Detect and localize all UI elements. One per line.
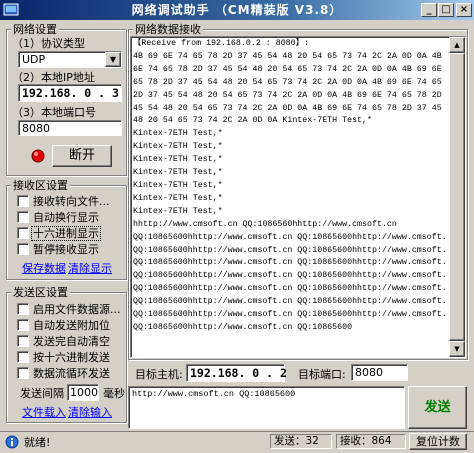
send-text: http://www.cmsoft.cn QQ:10865600 (132, 389, 296, 399)
hex-display-checkbox[interactable] (17, 227, 29, 239)
target-host-label: 目标主机: (135, 368, 183, 381)
auto-wrap-checkbox[interactable] (17, 211, 29, 223)
target-host-input[interactable]: 192.168. 0 . 2 (186, 364, 287, 382)
recv-to-file-label: 接收转向文件... (33, 195, 110, 208)
send-interval-unit: 毫秒 (103, 387, 125, 400)
auto-wrap-label: 自动换行显示 (33, 211, 99, 224)
recv-line: QQ:10865600hhttp://www.cmsoft.cn QQ:1086… (133, 271, 447, 281)
local-ip-value: 192.168. 0 . 3 (22, 86, 119, 100)
local-ip-input[interactable]: 192.168. 0 . 3 (18, 84, 122, 102)
loop-send-label: 数据流循环发送 (33, 367, 110, 380)
hex-send-checkbox[interactable] (17, 351, 29, 363)
window-title: 网络调试助手 （CM精装版 V3.8） (131, 3, 343, 17)
recv-line: 45 54 48 20 54 65 73 74 2C 2A 0D 0A 4B 6… (133, 103, 447, 113)
send-interval-label: 发送间隔 (20, 387, 64, 400)
file-load-link[interactable]: 文件载入 (22, 406, 66, 419)
recv-line: Kintex-7ETH Test,* (133, 206, 223, 216)
target-port-input[interactable]: 8080 (351, 364, 408, 381)
hex-send-label: 按十六进制发送 (33, 351, 110, 364)
file-source-checkbox[interactable] (17, 303, 29, 315)
minimize-icon: _ (426, 4, 432, 15)
recv-line: hhttp://www.cmsoft.cn QQ:1086560hhttp://… (133, 219, 397, 229)
recv-area-legend: 网络数据接收 (133, 23, 203, 36)
file-source-label: 启用文件数据源... (33, 303, 121, 316)
title-bar: 网络调试助手 （CM精装版 V3.8） _ □ × (0, 0, 474, 20)
send-interval-value: 1000 (70, 386, 98, 399)
recv-scrollbar[interactable]: ▲ ▼ (449, 37, 465, 357)
maximize-icon: □ (441, 4, 451, 15)
pause-recv-label: 暂停接收显示 (33, 243, 99, 256)
auto-clear-checkbox[interactable] (17, 335, 29, 347)
scroll-thumb[interactable] (449, 53, 465, 341)
close-icon: × (459, 4, 469, 15)
target-port-label: 目标端口: (298, 368, 346, 381)
target-port-value: 8080 (355, 366, 383, 379)
chevron-down-icon[interactable]: ▼ (105, 52, 121, 67)
recv-line: Kintex-7ETH Test,* (133, 155, 223, 165)
sent-count: 发送：32 (270, 434, 332, 449)
recv-line: 6E 74 65 78 2D 37 45 54 48 20 54 65 73 7… (133, 64, 447, 74)
send-interval-input[interactable]: 1000 (67, 384, 99, 401)
recv-line: Kintex-7ETH Test,* (133, 129, 223, 139)
recv-line: QQ:10865600hhttp://www.cmsoft.cn QQ:1086… (133, 297, 447, 307)
local-port-input[interactable]: 8080 (18, 120, 122, 136)
recv-line: Kintex-7ETH Test,* (133, 168, 223, 178)
recv-line: QQ:10865600hhttp://www.cmsoft.cn QQ:1086… (133, 322, 353, 332)
recv-line: Kintex-7ETH Test,* (133, 142, 223, 152)
recv-line: QQ:10865600hhttp://www.cmsoft.cn QQ:1086… (133, 245, 447, 255)
local-ip-label: （2）本地IP地址 (12, 71, 95, 84)
close-button[interactable]: × (456, 3, 472, 17)
send-textarea[interactable]: http://www.cmsoft.cn QQ:10865600 (128, 386, 405, 429)
recv-line: QQ:10865600hhttp://www.cmsoft.cn QQ:1086… (133, 284, 447, 294)
recv-data-lines: 【Receive from 192.168.0.2 : 8080】: 4B 69 … (133, 38, 447, 335)
hex-display-label: 十六进制显示 (31, 226, 101, 241)
reset-count-button[interactable]: 复位计数 (409, 433, 467, 450)
recv-line: QQ:10865600hhttp://www.cmsoft.cn QQ:1086… (133, 232, 447, 242)
net-settings-legend: 网络设置 (11, 23, 59, 36)
save-data-link[interactable]: 保存数据 (22, 262, 66, 275)
protocol-select[interactable]: UDP ▼ (18, 51, 122, 68)
recv-count: 接收：864 (336, 434, 406, 449)
status-divider (0, 431, 474, 432)
recv-line: 65 78 2D 37 45 54 48 20 54 65 73 74 2C 2… (133, 77, 447, 87)
recv-line: 48 20 54 65 73 74 2C 2A 0D 0A Kintex-7ET… (133, 116, 372, 126)
recv-line: QQ:10865600hhttp://www.cmsoft.cn QQ:1086… (133, 258, 447, 268)
status-info-icon (4, 434, 20, 450)
protocol-value: UDP (22, 53, 46, 66)
auto-clear-label: 发送完自动清空 (33, 335, 110, 348)
local-port-label: （3）本地端口号 (12, 106, 96, 119)
auto-append-checkbox[interactable] (17, 319, 29, 331)
recv-line: QQ:10865600hhttp://www.cmsoft.cn QQ:1086… (133, 310, 447, 320)
connection-indicator-icon (30, 148, 46, 164)
protocol-label: （1）协议类型 (12, 37, 85, 50)
pause-recv-checkbox[interactable] (17, 243, 29, 255)
recv-to-file-checkbox[interactable] (17, 195, 29, 207)
recv-line: Kintex-7ETH Test,* (133, 193, 223, 203)
disconnect-button[interactable]: 断开 (52, 145, 112, 167)
send-button[interactable]: 发送 (408, 386, 467, 429)
scroll-down-icon[interactable]: ▼ (449, 341, 465, 357)
auto-append-label: 自动发送附加位 (33, 319, 110, 332)
clear-display-link[interactable]: 清除显示 (68, 262, 112, 275)
recv-line: 4B 69 6E 74 65 78 2D 37 45 54 48 20 54 6… (133, 51, 447, 61)
minimize-button[interactable]: _ (421, 3, 437, 17)
recv-line: 【Receive from 192.168.0.2 : 8080】: (133, 39, 309, 48)
clear-input-link[interactable]: 清除输入 (68, 406, 112, 419)
loop-send-checkbox[interactable] (17, 367, 29, 379)
send-settings-legend: 发送区设置 (11, 286, 70, 299)
target-host-value: 192.168. 0 . 2 (190, 366, 287, 380)
recv-settings-legend: 接收区设置 (11, 179, 70, 192)
recv-line: 2D 37 45 54 48 20 54 65 73 74 2C 2A 0D 0… (133, 90, 447, 100)
local-port-value: 8080 (22, 122, 50, 135)
status-ready: 就绪! (24, 436, 51, 449)
recv-data-textarea[interactable]: 【Receive from 192.168.0.2 : 8080】: 4B 69 … (130, 36, 466, 358)
maximize-button[interactable]: □ (438, 3, 454, 17)
scroll-up-icon[interactable]: ▲ (449, 37, 465, 53)
recv-line: Kintex-7ETH Test,* (133, 180, 223, 190)
